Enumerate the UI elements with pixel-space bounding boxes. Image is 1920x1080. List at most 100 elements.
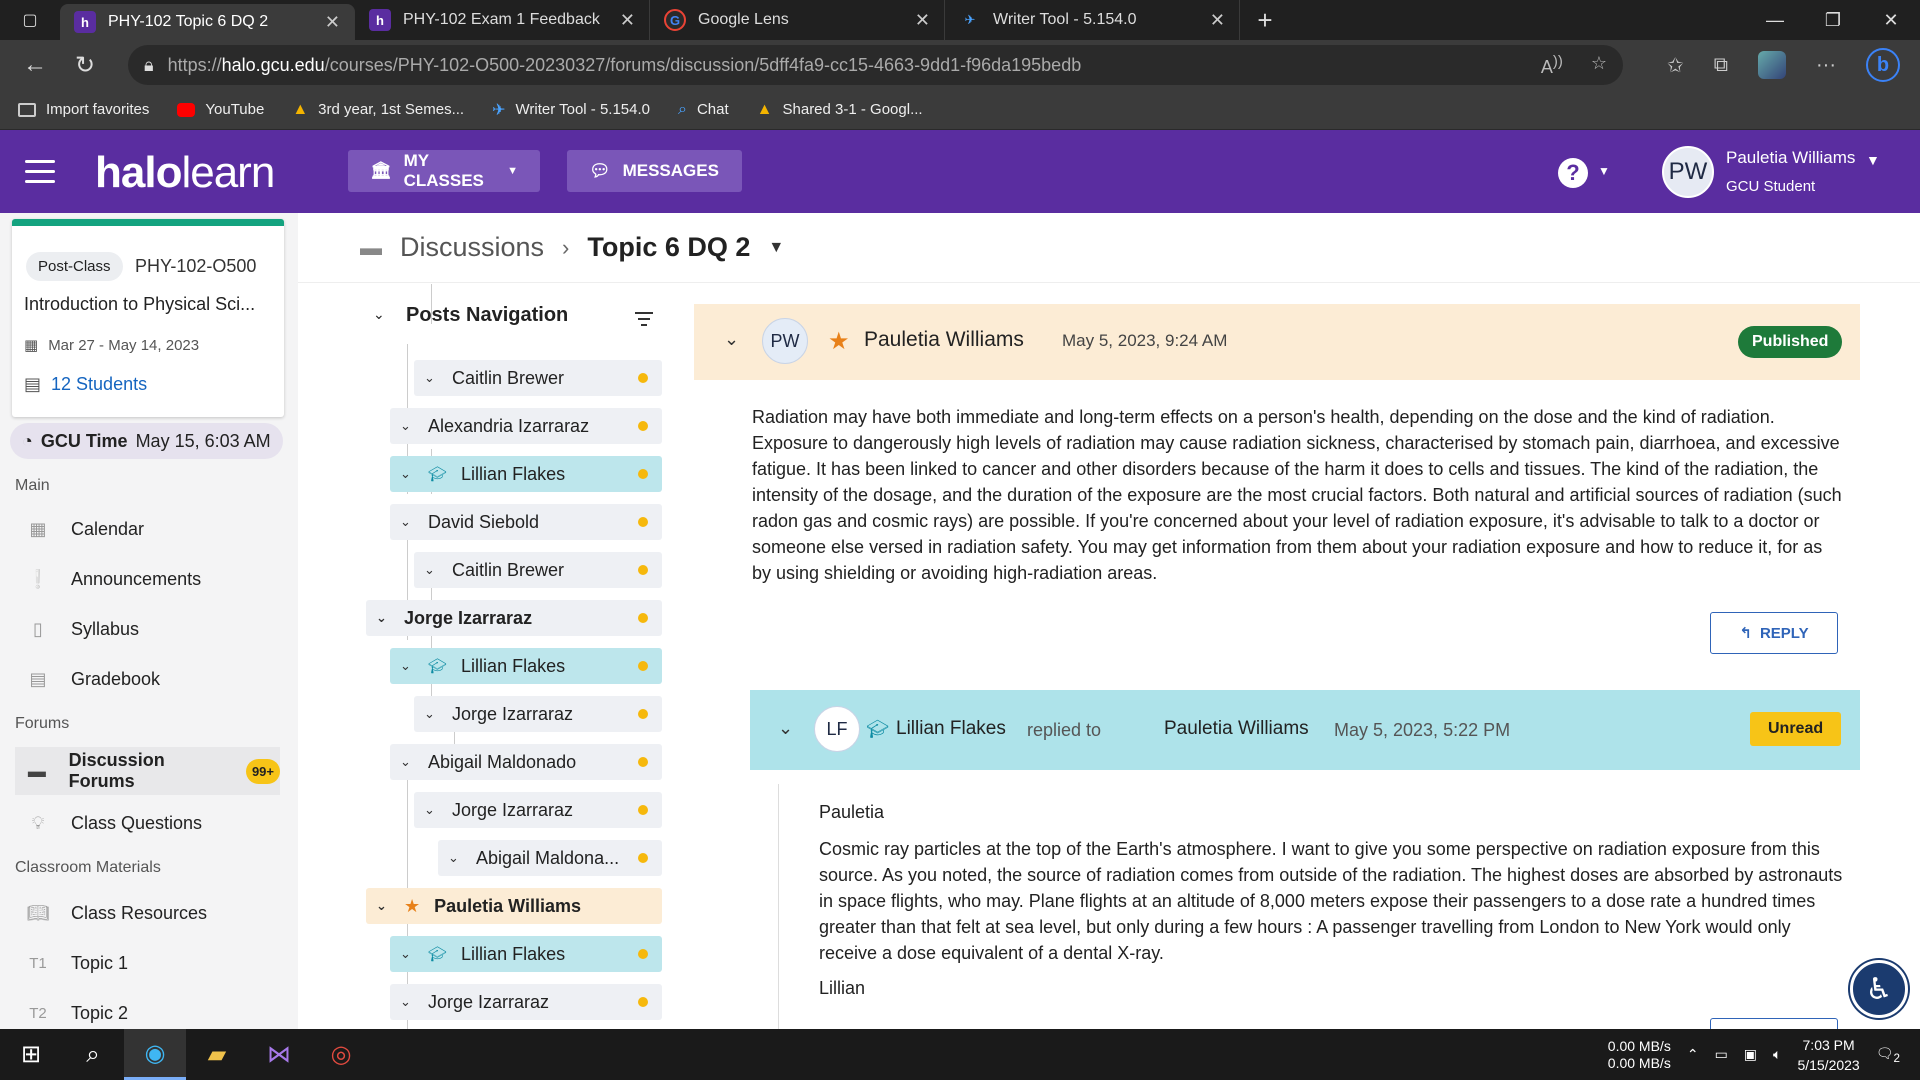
chevron-down-icon[interactable]: ▼ — [768, 239, 784, 257]
tab-title: Google Lens — [698, 11, 789, 28]
menu-icon[interactable] — [25, 160, 55, 190]
course-card[interactable]: Post-Class PHY-102-O500 Introduction to … — [12, 219, 284, 417]
sidebar-item-announcements[interactable]: ❕ Announcements — [15, 555, 280, 603]
posts-navigation: ⌄ Posts Navigation ⌄ Caitlin Brewer ⌄ Al… — [298, 284, 678, 1029]
reply-target: Pauletia Williams — [1164, 718, 1309, 739]
post-nav-item[interactable]: ⌄ Jorge Izarraraz — [390, 984, 662, 1020]
profile-avatar-icon[interactable] — [1758, 51, 1787, 79]
unread-dot-icon — [638, 421, 648, 431]
post-nav-item[interactable]: ⌄ Abigail Maldonado — [390, 744, 662, 780]
reply-signature: Lillian — [819, 978, 866, 998]
more-options-icon[interactable]: ··· — [1816, 54, 1836, 77]
chevron-down-icon[interactable]: ⌄ — [778, 718, 793, 739]
close-window-icon[interactable]: ✕ — [1862, 0, 1920, 40]
post-nav-item[interactable]: ⌄ 🎓︎ Lillian Flakes — [390, 456, 662, 492]
filter-icon[interactable] — [634, 312, 654, 330]
sidebar-item-class-resources[interactable]: 📖︎ Class Resources — [15, 889, 280, 937]
reply-author: Lillian Flakes — [896, 718, 1006, 739]
sidebar-item-topic-2[interactable]: T2 Topic 2 — [15, 989, 280, 1029]
favorite-writer-tool[interactable]: ✈ Writer Tool - 5.154.0 — [492, 100, 650, 120]
bing-icon[interactable]: b — [1866, 48, 1900, 82]
sidebar-item-class-questions[interactable]: 💡︎ Class Questions — [15, 799, 280, 847]
clock[interactable]: 7:03 PM 5/15/2023 — [1797, 1035, 1859, 1075]
post-nav-item[interactable]: ⌄ Alexandria Izarraraz — [390, 408, 662, 444]
sidebar-item-gradebook[interactable]: ▤ Gradebook — [15, 655, 280, 703]
announcement-icon: ❕ — [26, 568, 50, 589]
favorites-icon[interactable]: ✩ — [1667, 53, 1684, 78]
discussion-icon: ▬ — [360, 234, 382, 260]
windows-start-icon[interactable]: ⊞ — [0, 1029, 62, 1080]
post-nav-item-current[interactable]: ⌄ ★ Pauletia Williams — [366, 888, 662, 924]
post-nav-item[interactable]: ⌄ Jorge Izarraraz — [414, 696, 662, 732]
chevron-down-icon[interactable]: ▼ — [1598, 164, 1610, 178]
battery-icon[interactable]: ▭ — [1715, 1046, 1728, 1063]
accessibility-icon[interactable]: ♿︎ — [1850, 960, 1908, 1018]
back-arrow-icon[interactable]: ← — [10, 51, 60, 79]
close-tab-icon[interactable]: ✕ — [1210, 10, 1225, 31]
favorite-import[interactable]: Import favorites — [18, 101, 149, 118]
user-name[interactable]: Pauletia Williams — [1726, 148, 1855, 168]
sidebar-item-discussion-forums[interactable]: ▬ Discussion Forums 99+ — [15, 747, 280, 795]
sidebar-item-calendar[interactable]: ▦ Calendar — [15, 505, 280, 553]
windows-taskbar: ⊞ ⌕ ◉ ▰ ⋈ ◎ 0.00 MB/s 0.00 MB/s ⌃ ▭ ▣ 🔈︎… — [0, 1029, 1920, 1080]
google-drive-icon: ▲ — [292, 100, 309, 118]
google-drive-icon: ▲ — [756, 100, 773, 118]
post-nav-item[interactable]: ⌄ 🎓︎ Lillian Flakes — [390, 648, 662, 684]
refresh-icon[interactable]: ↻ — [60, 51, 110, 80]
chevron-down-icon: ▼ — [507, 165, 518, 177]
sidebar-item-topic-1[interactable]: T1 Topic 1 — [15, 939, 280, 987]
page-title[interactable]: Topic 6 DQ 2 — [587, 232, 750, 263]
restore-icon[interactable]: ❐ — [1804, 0, 1862, 40]
my-classes-button[interactable]: 🏛︎ MY CLASSES ▼ — [348, 150, 540, 192]
gcu-time: ◔ GCU Time May 15, 6:03 AM — [10, 423, 283, 459]
reply-button[interactable]: ↰ REPLY — [1710, 612, 1838, 654]
chrome-icon[interactable]: ◎ — [310, 1029, 372, 1080]
course-students-link[interactable]: ▤ 12 Students — [24, 374, 147, 395]
sidebar-item-syllabus[interactable]: ▯ Syllabus — [15, 605, 280, 653]
messages-button[interactable]: 💬︎ MESSAGES — [567, 150, 742, 192]
post-nav-item[interactable]: ⌄ Jorge Izarraraz — [366, 600, 662, 636]
chevron-down-icon[interactable]: ⌄ — [373, 306, 385, 323]
browser-tab-4[interactable]: ✈ Writer Tool - 5.154.0 ✕ — [945, 0, 1240, 40]
favorite-chat[interactable]: ⌕ Chat — [678, 101, 729, 119]
volume-icon[interactable]: 🔈︎ — [1773, 1046, 1781, 1063]
read-aloud-icon[interactable]: A)) — [1541, 53, 1563, 78]
chevron-down-icon[interactable]: ▼ — [1866, 152, 1880, 168]
post-nav-item[interactable]: ⌄ Jorge Izarraraz — [414, 792, 662, 828]
new-tab-icon[interactable]: + — [1240, 0, 1290, 40]
close-tab-icon[interactable]: ✕ — [915, 10, 930, 31]
help-icon[interactable]: ? — [1558, 158, 1588, 188]
breadcrumb-discussions[interactable]: Discussions — [400, 232, 544, 263]
add-favorite-icon[interactable]: ☆ — [1591, 53, 1607, 78]
chevron-up-icon[interactable]: ⌃ — [1687, 1046, 1699, 1063]
file-explorer-icon[interactable]: ▰ — [186, 1029, 248, 1080]
halo-logo[interactable]: halolearn — [95, 148, 275, 198]
close-tab-icon[interactable]: ✕ — [325, 12, 340, 33]
post-nav-item[interactable]: ⌄ 🎓︎ Lillian Flakes — [390, 936, 662, 972]
favorite-drive[interactable]: ▲ 3rd year, 1st Semes... — [292, 101, 464, 119]
browser-tab-1[interactable]: h PHY-102 Topic 6 DQ 2 ✕ — [60, 4, 355, 40]
chevron-down-icon[interactable]: ⌄ — [724, 329, 739, 350]
post-nav-item[interactable]: ⌄ David Siebold — [390, 504, 662, 540]
search-icon[interactable]: ⌕ — [62, 1029, 124, 1080]
visual-studio-icon[interactable]: ⋈ — [248, 1029, 310, 1080]
minimize-icon[interactable]: — — [1746, 0, 1804, 40]
user-avatar[interactable]: PW — [1662, 146, 1714, 198]
calendar-icon: ▦ — [29, 518, 47, 539]
favorite-youtube[interactable]: YouTube — [177, 101, 264, 118]
document-icon: ▯ — [33, 618, 43, 639]
close-tab-icon[interactable]: ✕ — [620, 10, 635, 31]
browser-tab-2[interactable]: h PHY-102 Exam 1 Feedback ✕ — [355, 0, 650, 40]
notification-icon[interactable]: 🗨︎2 — [1876, 1045, 1900, 1065]
collections-icon[interactable]: ⧉ — [1714, 54, 1728, 77]
post-nav-item[interactable]: ⌄ Caitlin Brewer — [414, 360, 662, 396]
network-icon[interactable]: ▣ — [1744, 1046, 1757, 1063]
favorite-shared[interactable]: ▲ Shared 3-1 - Googl... — [757, 101, 923, 119]
edge-browser-icon[interactable]: ◉ — [124, 1029, 186, 1080]
reply-button[interactable] — [1710, 1018, 1838, 1029]
post-nav-item[interactable]: ⌄ Caitlin Brewer — [414, 552, 662, 588]
url-input[interactable]: 🔒︎ https:// halo.gcu.edu /courses/PHY-10… — [128, 45, 1623, 85]
post-nav-item[interactable]: ⌄ Abigail Maldona... — [438, 840, 662, 876]
browser-tab-3[interactable]: G Google Lens ✕ — [650, 0, 945, 40]
tab-actions-icon[interactable]: ▢ — [0, 0, 60, 40]
